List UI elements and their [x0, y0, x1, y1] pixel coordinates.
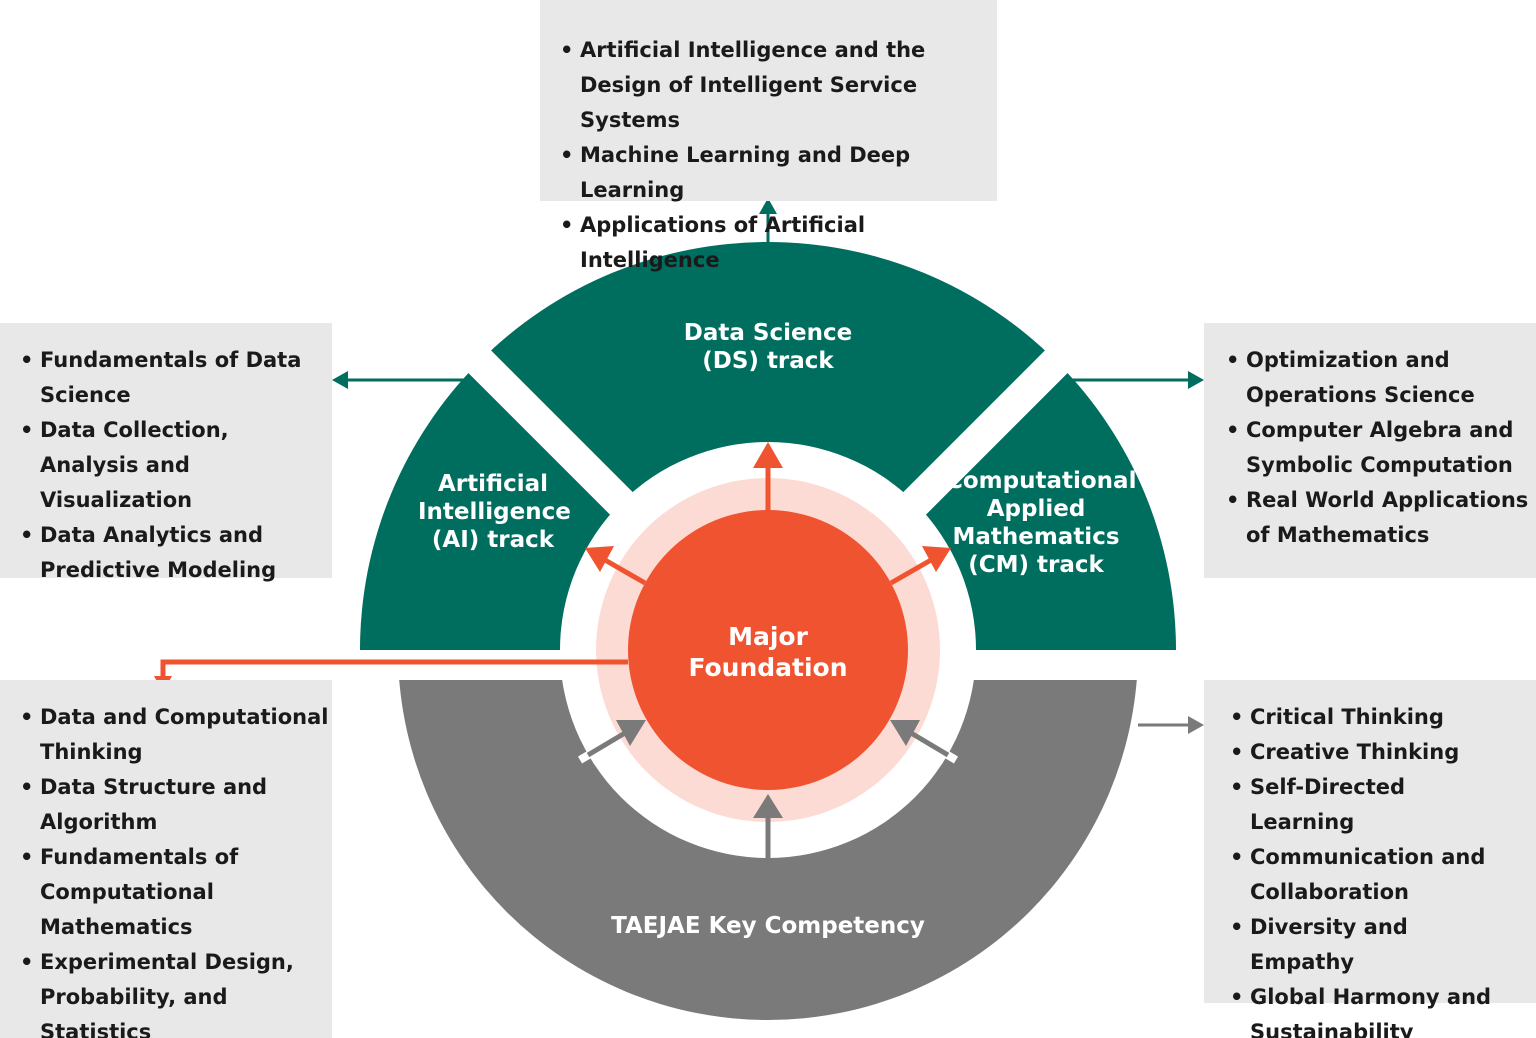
- competency-box: Critical ThinkingCreative ThinkingSelf-D…: [1204, 680, 1536, 1038]
- ai-courses-box: Fundamentals of Data ScienceData Collect…: [0, 323, 332, 582]
- list-item: Artificial Intelligence and the Design o…: [560, 33, 1000, 138]
- list-item: Data Collection, Analysis and Visualizat…: [20, 413, 320, 518]
- cm-courses-box: Optimization and Operations ScienceCompu…: [1204, 323, 1536, 578]
- list-item: Optimization and Operations Science: [1226, 343, 1536, 413]
- list-item: Communication and Collaboration: [1230, 840, 1510, 910]
- list-item: Fundamentals of Computational Mathematic…: [20, 840, 330, 945]
- list-item: Data and Computational Thinking: [20, 700, 330, 770]
- foundation-courses-box: Data and Computational ThinkingData Stru…: [0, 680, 332, 1038]
- list-item: Applications of Artificial Intelligence: [560, 208, 1000, 278]
- list-item: Real World Applications of Mathematics: [1226, 483, 1536, 553]
- competency-label: TAEJAE Key Competency: [611, 913, 925, 939]
- list-item: Global Harmony and Sustainability: [1230, 980, 1510, 1038]
- list-item: Diversity and Empathy: [1230, 910, 1510, 980]
- cm-track-label: Computational Applied Mathematics (CM) t…: [946, 468, 1137, 578]
- list-item: Creative Thinking: [1230, 735, 1510, 770]
- ds-track-label: Data Science (DS) track: [683, 320, 853, 374]
- list-item: Fundamentals of Data Science: [20, 343, 320, 413]
- curriculum-diagram: Data Science (DS) track Artificial Intel…: [0, 0, 1536, 1038]
- list-item: Data Structure and Algorithm: [20, 770, 330, 840]
- list-item: Critical Thinking: [1230, 700, 1510, 735]
- foundation-label: Major Foundation: [688, 622, 848, 682]
- list-item: Data Analytics and Predictive Modeling: [20, 518, 320, 588]
- list-item: Self-Directed Learning: [1230, 770, 1510, 840]
- list-item: Experimental Design, Probability, and St…: [20, 945, 330, 1038]
- ds-courses-box: Artificial Intelligence and the Design o…: [540, 0, 1000, 272]
- ai-track-label: Artificial Intelligence (AI) track: [418, 471, 571, 553]
- list-item: Computer Algebra and Symbolic Computatio…: [1226, 413, 1536, 483]
- list-item: Machine Learning and Deep Learning: [560, 138, 1000, 208]
